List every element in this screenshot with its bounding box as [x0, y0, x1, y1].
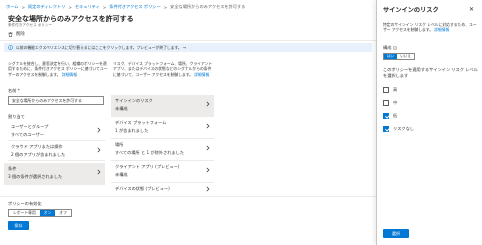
left-description-text: シグナルを統合し、意思決定を行い、組織のポリシーを適用するために、条件付きアクセ… [8, 61, 108, 77]
checkbox[interactable] [383, 100, 389, 106]
chevron-right-icon [97, 147, 101, 153]
row-title: 場所 [115, 142, 124, 147]
risk-option-high[interactable]: 高 [383, 87, 397, 93]
page-subtitle: 条件付きアクセス ポリシー [8, 23, 53, 27]
banner-text: 以前の機能エクスペリエンスに切り替えるにはここをクリックします。プレビューが終了… [16, 44, 187, 50]
breadcrumb-separator: > [21, 4, 25, 10]
checkbox[interactable] [383, 113, 389, 119]
select-button[interactable]: 選択 [383, 229, 409, 238]
breadcrumb-current: 安全な場所からのみアクセスを許可する [170, 4, 246, 9]
row-value: 2 個のアプリが含まれました [11, 152, 66, 157]
enable-policy-toggle: レポート専用 オン オフ [8, 209, 72, 217]
device-state-row[interactable]: デバイスの状態 (プレビュー) [111, 183, 214, 195]
option-label: 高 [393, 87, 398, 92]
chevron-right-icon [97, 127, 101, 133]
breadcrumb-separator: > [68, 4, 72, 10]
option-label: 中 [393, 100, 398, 105]
row-title: デバイス プラットフォーム [115, 120, 167, 125]
breadcrumb-separator: > [163, 4, 168, 10]
sign-in-risk-panel [376, 0, 482, 245]
toggle-report-only[interactable]: レポート専用 [9, 210, 40, 216]
breadcrumb-security[interactable]: セキュリティ [75, 4, 100, 10]
row-title: ユーザーとグループ [11, 124, 49, 129]
left-description: シグナルを統合し、意思決定を行い、組織のポリシーを適用するために、条件付きアクセ… [8, 61, 108, 77]
close-icon[interactable]: ✕ [469, 6, 474, 13]
checkbox[interactable] [383, 87, 389, 93]
breadcrumb: ホーム > 既定のディレクトリ > セキュリティ > 条件付きアクセス ポリシー > 安… [6, 3, 245, 11]
learn-more-link[interactable]: 詳細情報 [194, 72, 209, 77]
toggle-on[interactable]: オン [39, 210, 56, 216]
row-value: 1 が含まれました [115, 128, 149, 133]
divider [0, 196, 376, 197]
assignments-heading: 割り当て [8, 114, 25, 119]
toggle-off[interactable]: オフ [55, 210, 71, 216]
delete-button[interactable]: 削除 [8, 31, 25, 37]
risk-level-question: このポリシーを適用するサインイン リスク レベルを選択します [383, 67, 478, 78]
panel-description: 特定のサインイン リスク レベルに対応するため、ユーザー アクセスを制御します。… [383, 22, 477, 32]
info-icon[interactable] [393, 46, 398, 50]
learn-more-link[interactable]: 詳細情報 [434, 27, 449, 32]
row-value: すべての場所 と 1 が除外されました [115, 150, 185, 155]
name-input[interactable]: 安全な場所からのみアクセスを許可する [8, 96, 104, 105]
divider [0, 40, 376, 41]
device-platform-row[interactable]: デバイス プラットフォーム 1 が含まれました [111, 117, 214, 139]
learn-more-link[interactable]: 詳細情報 [62, 72, 77, 77]
row-title: サインインのリスク [115, 98, 153, 103]
breadcrumb-ca[interactable]: 条件付きアクセス ポリシー [109, 4, 160, 10]
toggle-no[interactable]: いいえ [397, 54, 414, 59]
row-title: デバイスの状態 (プレビュー) [115, 186, 170, 191]
configure-label: 構成 [383, 45, 398, 51]
row-value: 未構成 [115, 106, 128, 111]
row-title: クライアント アプリ (プレビュー) [115, 164, 180, 169]
cloud-apps-row[interactable]: クラウド アプリまたは操作 2 個のアプリが含まれました [8, 141, 105, 161]
chevron-right-icon [206, 167, 210, 173]
row-title: 条件 [8, 166, 17, 171]
info-banner[interactable]: 以前の機能エクスペリエンスに切り替えるにはここをクリックします。プレビューが終了… [4, 43, 372, 52]
conditions-row[interactable]: 条件 3 個の条件が選択されました [4, 163, 105, 185]
breadcrumb-directory[interactable]: 既定のディレクトリ [28, 4, 65, 10]
panel-title: サインインのリスク [383, 7, 439, 14]
toggle-yes[interactable]: はい [384, 54, 398, 59]
chevron-right-icon [206, 123, 210, 129]
locations-row[interactable]: 場所 すべての場所 と 1 が除外されました [111, 139, 214, 161]
name-input-value: 安全な場所からのみアクセスを許可する [12, 97, 82, 103]
configure-label-text: 構成 [383, 45, 392, 50]
breadcrumb-home[interactable]: ホーム [6, 4, 18, 10]
sign-in-risk-row[interactable]: サインインのリスク 未構成 [111, 95, 214, 117]
chevron-right-icon [206, 186, 210, 192]
checkbox[interactable] [383, 126, 389, 132]
save-button[interactable]: 保存 [8, 221, 29, 230]
client-apps-row[interactable]: クライアント アプリ (プレビュー) 未構成 [111, 161, 214, 183]
risk-option-low[interactable]: 低 [383, 113, 397, 119]
enable-policy-label: ポリシーの有効化 [8, 201, 42, 206]
conditions-description: リスク、デバイス プラットフォーム、場所、クライアント アプリ、またはデバイスの… [113, 61, 213, 77]
delete-label: 削除 [16, 32, 25, 37]
breadcrumb-separator: > [102, 4, 107, 10]
option-label: 低 [393, 113, 398, 118]
name-label: 名前 * [8, 88, 20, 93]
risk-option-medium[interactable]: 中 [383, 100, 397, 106]
chevron-right-icon [206, 145, 210, 151]
risk-option-none[interactable]: リスクなし [383, 126, 414, 132]
users-groups-row[interactable]: ユーザーとグループ すべてのユーザー [8, 121, 105, 141]
row-value: 3 個の条件が選択されました [8, 174, 63, 179]
trash-icon [8, 31, 13, 37]
configure-toggle: はい いいえ [383, 53, 415, 60]
panel-description-text: 特定のサインイン リスク レベルに対応するため、ユーザー アクセスを制御します。 [383, 22, 477, 33]
option-label: リスクなし [393, 126, 414, 131]
chevron-right-icon [97, 169, 101, 175]
row-value: 未構成 [115, 172, 128, 177]
row-value: すべてのユーザー [11, 132, 44, 137]
row-title: クラウド アプリまたは操作 [11, 144, 63, 149]
info-icon [8, 45, 13, 50]
chevron-right-icon [206, 101, 210, 107]
